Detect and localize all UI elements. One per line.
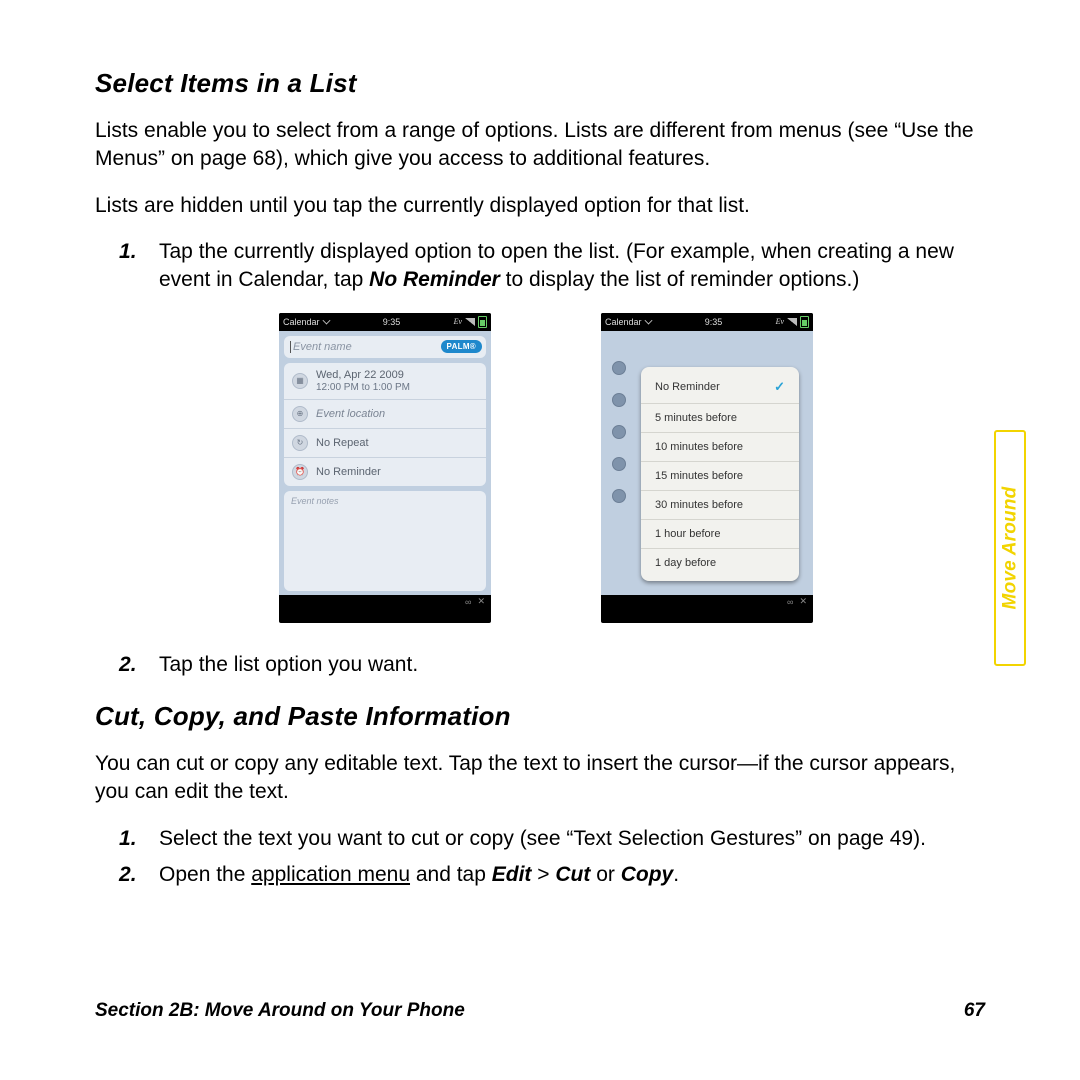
signal-icon — [787, 318, 797, 326]
gesture-area[interactable]: ∞ ✕ — [601, 595, 813, 609]
page-footer: Section 2B: Move Around on Your Phone 67 — [95, 1000, 985, 1022]
lip-scissors-icon: ✕ — [477, 596, 485, 607]
dimmed-icons-column — [601, 331, 637, 595]
step2-end: . — [673, 863, 679, 886]
page-content: Select Items in a List Lists enable you … — [95, 68, 980, 907]
event-notes-field[interactable]: Event notes — [284, 491, 486, 591]
event-repeat-row[interactable]: ↻ No Repeat — [284, 429, 486, 458]
event-name-field[interactable]: Event name PALM® — [284, 336, 486, 358]
screenshot-row: Calendar 9:35 Ev Event name PALM® — [279, 313, 980, 623]
repeat-icon: ↻ — [292, 435, 308, 451]
statusbar-time: 9:35 — [705, 317, 723, 327]
step-1: Tap the currently displayed option to op… — [119, 238, 980, 295]
step-2: Tap the list option you want. — [119, 651, 980, 679]
dim-icon — [612, 393, 626, 407]
option-label: No Reminder — [655, 381, 720, 393]
footer-page-number: 67 — [964, 1000, 985, 1022]
dim-icon — [612, 361, 626, 375]
event-name-placeholder: Event name — [293, 341, 441, 353]
checkmark-icon: ✓ — [774, 379, 785, 395]
event-date-row[interactable]: ▦ Wed, Apr 22 2009 12:00 PM to 1:00 PM — [284, 363, 486, 400]
lip-scissors-icon: ✕ — [799, 596, 807, 607]
location-icon: ⊕ — [292, 406, 308, 422]
lip-glyph: ∞ — [465, 597, 471, 607]
reminder-option[interactable]: 1 day before — [641, 549, 799, 577]
side-tab-label: Move Around — [999, 487, 1021, 610]
or-text: or — [590, 863, 620, 886]
copy-label: Copy — [621, 863, 674, 886]
reminder-option[interactable]: 15 minutes before — [641, 462, 799, 491]
status-bar: Calendar 9:35 Ev — [601, 313, 813, 331]
dim-icon — [612, 425, 626, 439]
option-label: 5 minutes before — [655, 412, 737, 424]
account-badge[interactable]: PALM® — [441, 340, 482, 353]
option-label: 1 hour before — [655, 528, 720, 540]
statusbar-app: Calendar — [605, 317, 642, 327]
notes-placeholder: Event notes — [291, 496, 339, 506]
event-location-placeholder: Event location — [316, 408, 385, 420]
reminder-option[interactable]: 1 hour before — [641, 520, 799, 549]
reminder-option[interactable]: 5 minutes before — [641, 404, 799, 433]
date-line2: 12:00 PM to 1:00 PM — [316, 382, 410, 393]
reminder-option[interactable]: 10 minutes before — [641, 433, 799, 462]
option-label: 30 minutes before — [655, 499, 743, 511]
event-location-row[interactable]: ⊕ Event location — [284, 400, 486, 429]
event-editor: Event name PALM® ▦ Wed, Apr 22 2009 12:0… — [279, 331, 491, 609]
step-2: Open the application menu and tap Edit >… — [119, 861, 980, 889]
alarm-icon: ⏰ — [292, 464, 308, 480]
para-cut-copy-intro: You can cut or copy any editable text. T… — [95, 750, 980, 807]
option-label: 1 day before — [655, 557, 716, 569]
edit-label: Edit — [492, 863, 532, 886]
event-reminder-row[interactable]: ⏰ No Reminder — [284, 458, 486, 486]
side-tab-move-around: Move Around — [994, 430, 1026, 666]
battery-icon — [800, 316, 809, 328]
para-lists-hidden: Lists are hidden until you tap the curre… — [95, 192, 980, 220]
manual-page: Select Items in a List Lists enable you … — [0, 0, 1080, 1080]
phone-right: Calendar 9:35 Ev — [601, 313, 813, 623]
cut-label: Cut — [555, 863, 590, 886]
status-bar: Calendar 9:35 Ev — [279, 313, 491, 331]
steps-select-list: Tap the currently displayed option to op… — [119, 238, 980, 295]
reminder-list-screen: No Reminder ✓ 5 minutes before 10 minute… — [601, 331, 813, 609]
date-line1: Wed, Apr 22 2009 — [316, 369, 410, 381]
battery-icon — [478, 316, 487, 328]
chevron-down-icon — [322, 317, 330, 325]
step-1: Select the text you want to cut or copy … — [119, 825, 980, 853]
steps-cut-copy: Select the text you want to cut or copy … — [119, 825, 980, 890]
reminder-popup-list: No Reminder ✓ 5 minutes before 10 minute… — [641, 367, 799, 581]
statusbar-app: Calendar — [283, 317, 320, 327]
phone-left: Calendar 9:35 Ev Event name PALM® — [279, 313, 491, 623]
dim-icon — [612, 457, 626, 471]
heading-cut-copy-paste: Cut, Copy, and Paste Information — [95, 701, 980, 732]
statusbar-ev: Ev — [454, 317, 462, 326]
statusbar-time: 9:35 — [383, 317, 401, 327]
repeat-label: No Repeat — [316, 437, 369, 449]
lip-glyph: ∞ — [787, 597, 793, 607]
option-label: 15 minutes before — [655, 470, 743, 482]
chevron-down-icon — [644, 317, 652, 325]
calendar-icon: ▦ — [292, 373, 308, 389]
step2-text-a: Open the — [159, 863, 251, 886]
gesture-area[interactable]: ∞ ✕ — [279, 595, 491, 609]
signal-icon — [465, 318, 475, 326]
footer-section: Section 2B: Move Around on Your Phone — [95, 1000, 465, 1022]
gt-separator: > — [531, 863, 555, 886]
steps-select-list-cont: Tap the list option you want. — [119, 651, 980, 679]
application-menu-link[interactable]: application menu — [251, 863, 410, 886]
heading-select-items: Select Items in a List — [95, 68, 980, 99]
statusbar-ev: Ev — [776, 317, 784, 326]
dim-icon — [612, 489, 626, 503]
step2-text-b: and tap — [410, 863, 492, 886]
reminder-option[interactable]: 30 minutes before — [641, 491, 799, 520]
reminder-option[interactable]: No Reminder ✓ — [641, 371, 799, 404]
reminder-label: No Reminder — [316, 466, 381, 478]
option-label: 10 minutes before — [655, 441, 743, 453]
event-fields: ▦ Wed, Apr 22 2009 12:00 PM to 1:00 PM ⊕… — [284, 363, 486, 486]
step1-bold: No Reminder — [369, 268, 500, 291]
step1-text-b: to display the list of reminder options.… — [500, 268, 860, 291]
text-cursor-icon — [290, 341, 291, 353]
para-lists-intro: Lists enable you to select from a range … — [95, 117, 980, 174]
